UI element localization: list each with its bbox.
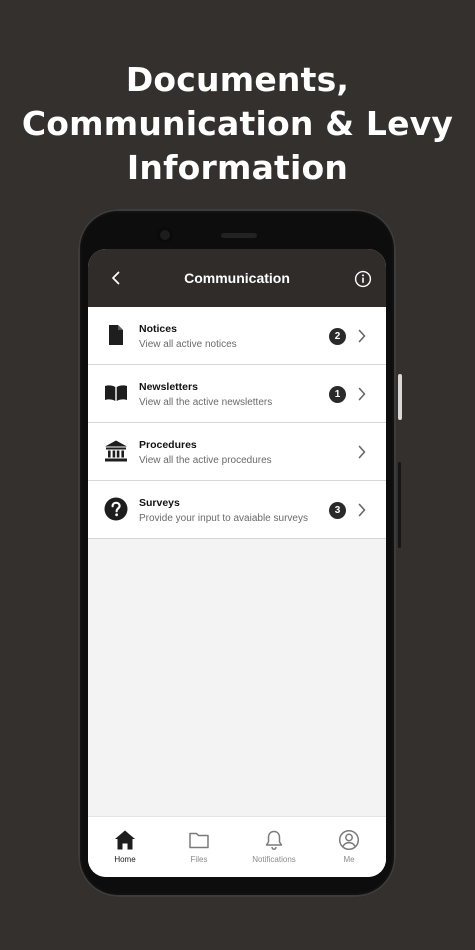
list-item-subtitle: View all the active procedures — [139, 455, 272, 466]
user-circle-icon — [338, 829, 360, 851]
chevron-right-icon — [358, 329, 366, 343]
nav-label: Home — [114, 855, 136, 864]
list-item-subtitle: View all the active newsletters — [139, 397, 273, 408]
phone-volume-button — [398, 462, 401, 548]
headline-line-1: Documents, — [125, 60, 350, 99]
phone-power-button — [398, 374, 402, 420]
chevron-right-icon — [358, 445, 366, 459]
nav-item-notifications[interactable]: Notifications — [237, 817, 311, 877]
communication-list: Notices View all active notices 2 Newsle… — [88, 307, 386, 539]
front-camera — [157, 227, 173, 243]
document-icon — [109, 325, 123, 345]
nav-item-home[interactable]: Home — [88, 817, 162, 877]
home-icon — [115, 830, 135, 850]
list-item-notices[interactable]: Notices View all active notices 2 — [88, 307, 386, 365]
list-item-newsletters[interactable]: Newsletters View all the active newslett… — [88, 365, 386, 423]
info-icon[interactable] — [354, 270, 372, 288]
promo-headline: Documents, Communication & Levy Informat… — [0, 58, 475, 190]
bank-building-icon — [105, 440, 127, 462]
list-item-surveys[interactable]: Surveys Provide your input to avaiable s… — [88, 481, 386, 539]
nav-item-files[interactable]: Files — [162, 817, 236, 877]
nav-item-me[interactable]: Me — [312, 817, 386, 877]
nav-label: Files — [190, 855, 208, 864]
list-item-subtitle: View all active notices — [139, 339, 237, 350]
chevron-right-icon — [358, 387, 366, 401]
nav-label: Notifications — [252, 855, 296, 864]
folder-icon — [189, 832, 209, 849]
count-badge: 3 — [329, 502, 346, 519]
count-badge: 1 — [329, 386, 346, 403]
list-item-title: Procedures — [139, 439, 197, 451]
app-bar: Communication — [88, 249, 386, 307]
list-item-procedures[interactable]: Procedures View all the active procedure… — [88, 423, 386, 481]
list-item-subtitle: Provide your input to avaiable surveys — [139, 513, 308, 524]
chevron-right-icon — [358, 503, 366, 517]
list-item-title: Newsletters — [139, 381, 198, 393]
headline-line-2: Communication & Levy — [21, 104, 454, 143]
page-title: Communication — [184, 270, 290, 286]
bell-icon — [265, 830, 283, 850]
list-item-title: Notices — [139, 323, 177, 335]
earpiece-speaker — [221, 233, 257, 238]
app-screen: Communication Notices View all active no… — [88, 249, 386, 877]
open-book-icon — [105, 385, 127, 401]
headline-line-3: Information — [126, 148, 349, 187]
question-circle-icon — [104, 497, 128, 521]
list-item-title: Surveys — [139, 497, 180, 509]
bottom-navigation: Home Files Notifications Me — [88, 816, 386, 877]
count-badge: 2 — [329, 328, 346, 345]
nav-label: Me — [343, 855, 355, 864]
